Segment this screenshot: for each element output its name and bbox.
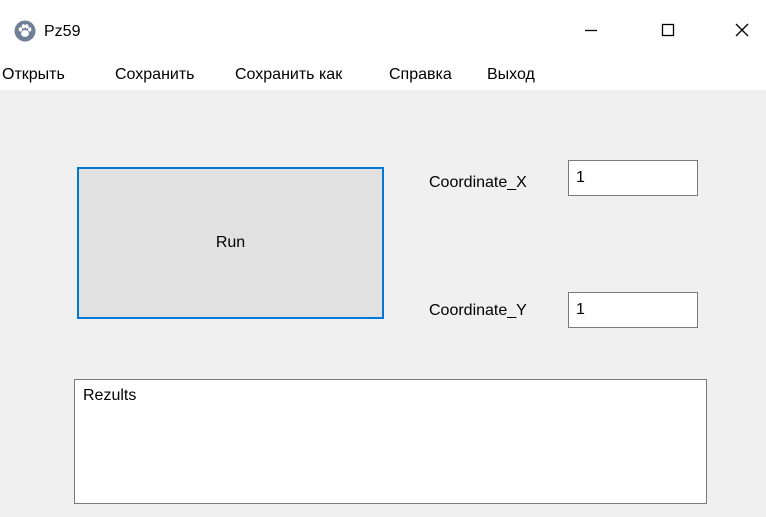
menu-item-save[interactable]: Сохранить	[115, 65, 195, 85]
menu-item-open[interactable]: Открыть	[2, 65, 65, 85]
run-button[interactable]: Run	[77, 167, 384, 319]
coordinate-x-label: Coordinate_X	[429, 174, 527, 191]
minimize-icon	[583, 22, 599, 43]
title-bar: Pz59	[0, 0, 766, 58]
paw-icon	[14, 20, 36, 42]
coordinate-y-input[interactable]: 1	[568, 292, 698, 328]
minimize-button[interactable]	[568, 14, 614, 50]
app-window: Pz59 Открыть Сохранить Сохранить как Спр…	[0, 0, 766, 517]
menu-item-help[interactable]: Справка	[389, 65, 452, 85]
menu-item-save-as[interactable]: Сохранить как	[235, 65, 342, 85]
menu-bar: Открыть Сохранить Сохранить как Справка …	[0, 58, 766, 90]
window-title: Pz59	[44, 23, 81, 40]
maximize-icon	[660, 22, 676, 43]
maximize-button[interactable]	[645, 14, 691, 50]
close-button[interactable]	[719, 14, 765, 50]
menu-item-exit[interactable]: Выход	[487, 65, 535, 85]
coordinate-y-label: Coordinate_Y	[429, 302, 527, 319]
results-textbox[interactable]: Rezults	[74, 379, 707, 504]
close-icon	[734, 22, 750, 43]
coordinate-x-input[interactable]: 1	[568, 160, 698, 196]
